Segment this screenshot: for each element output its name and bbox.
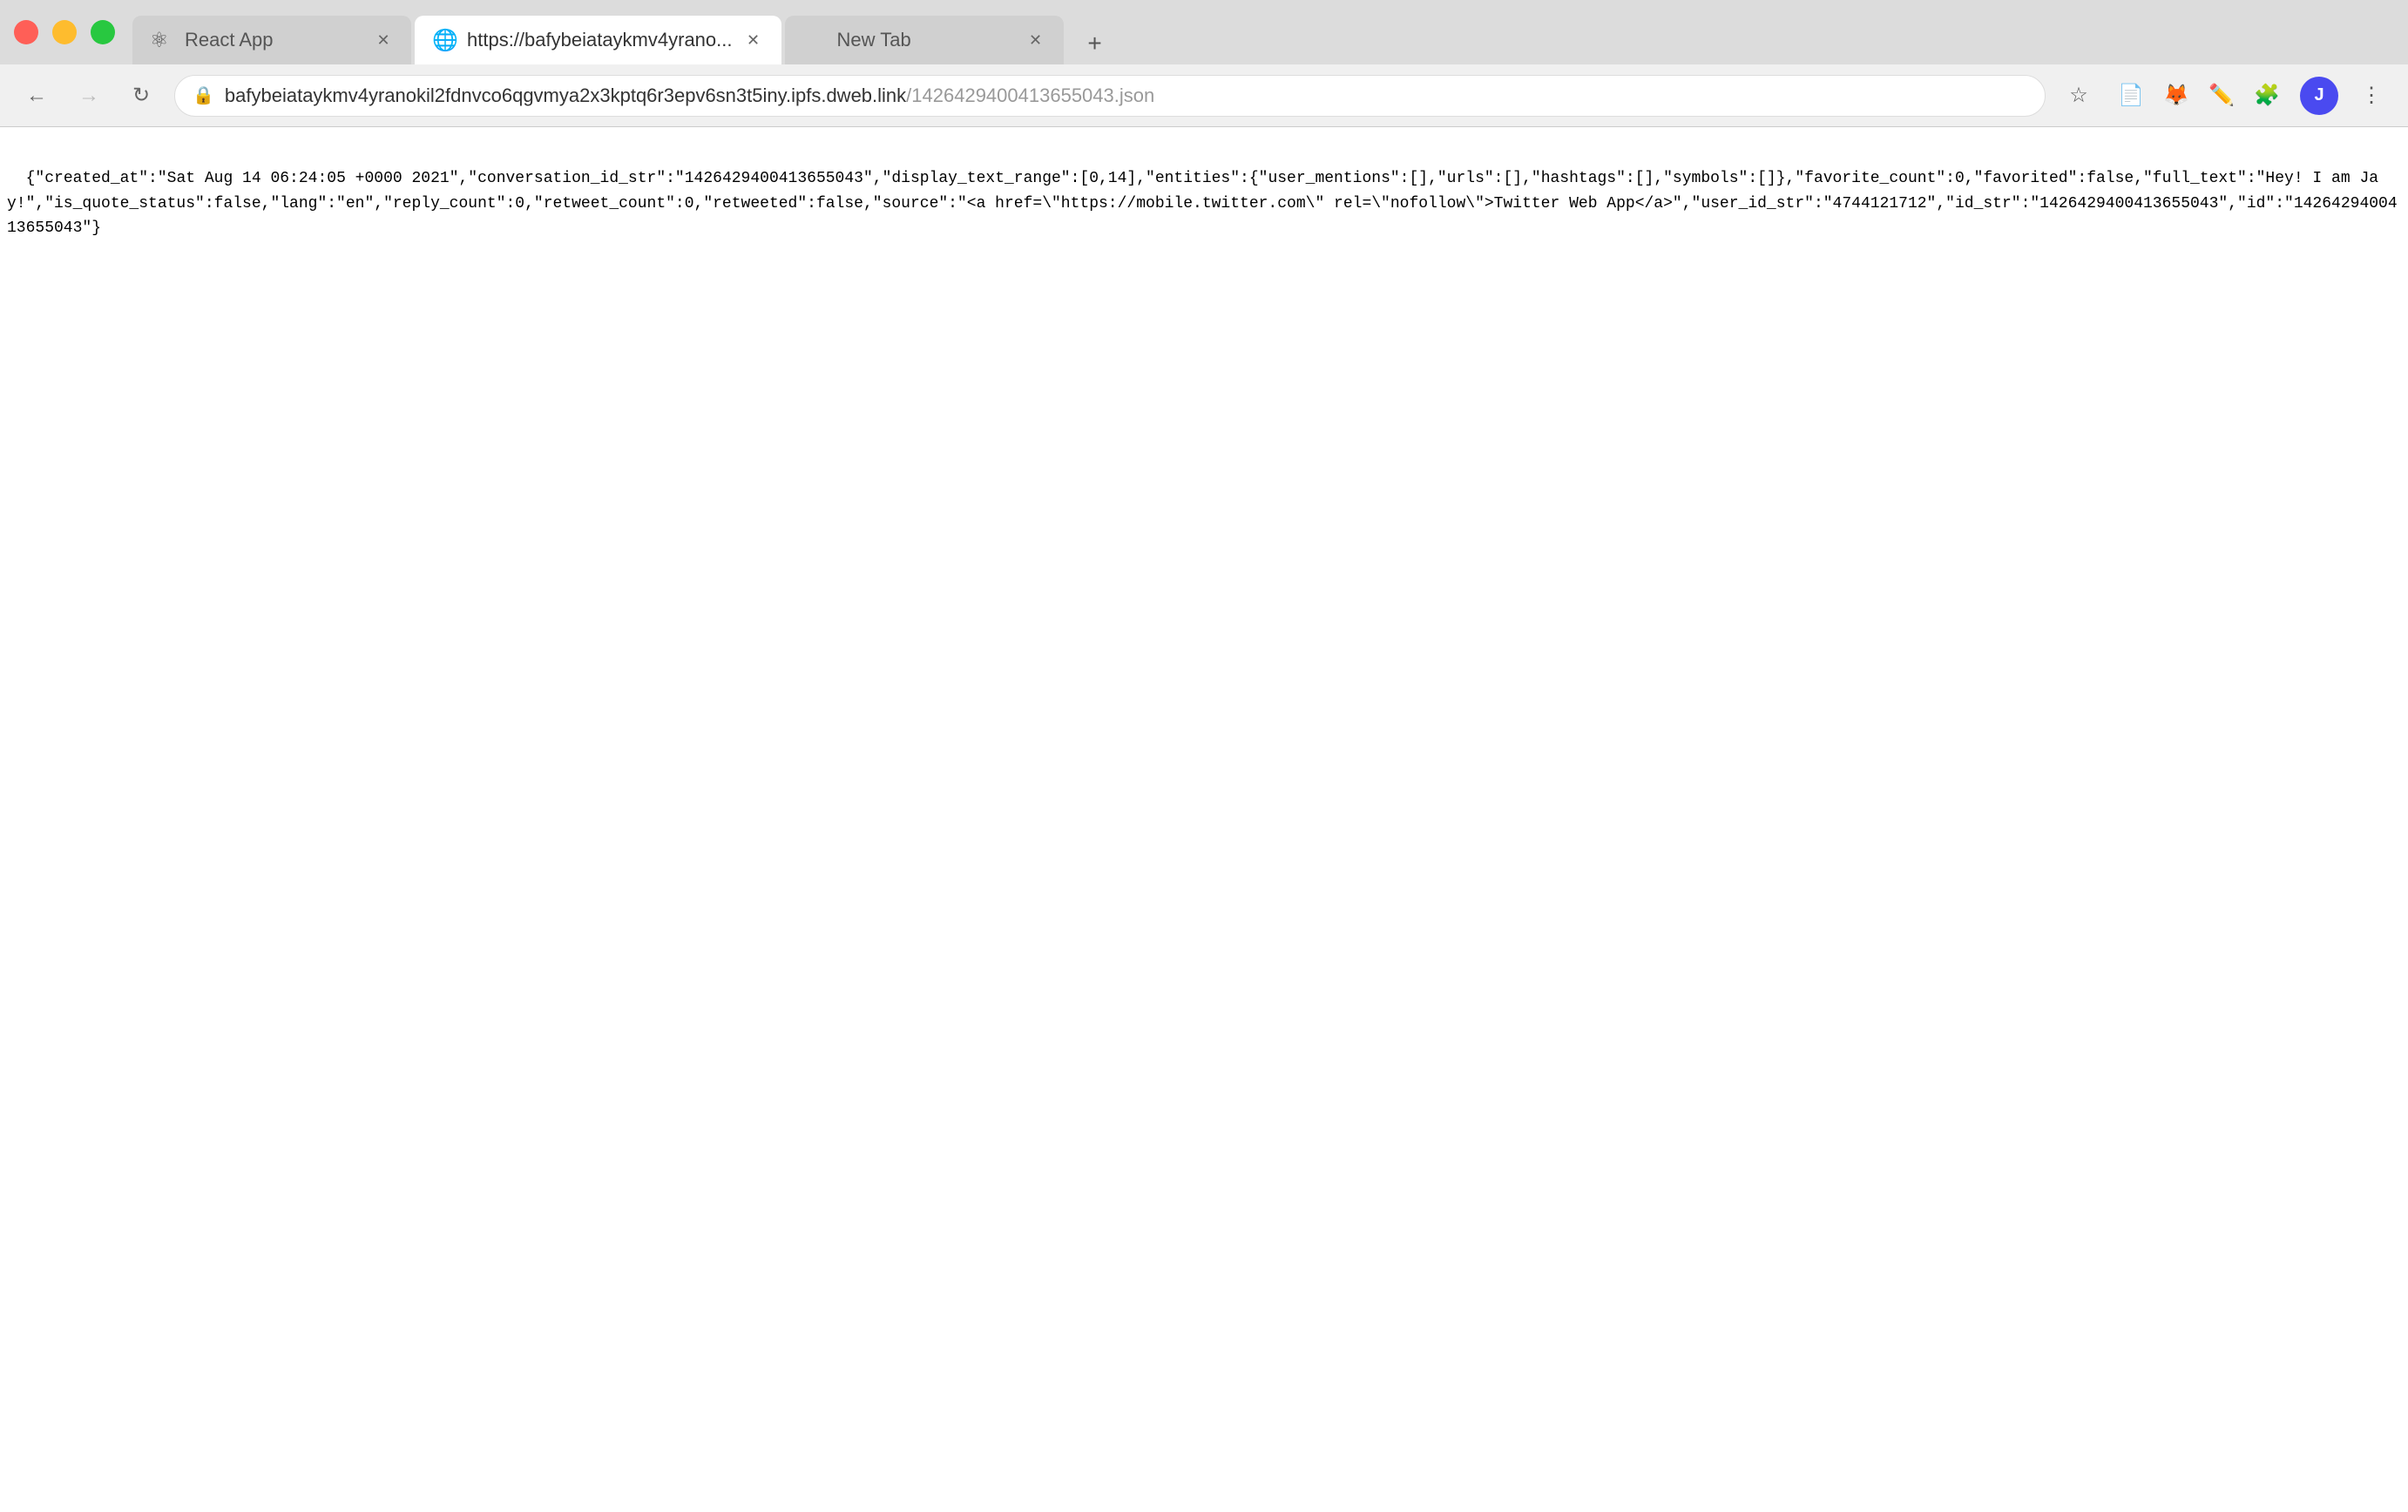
- browser-chrome: ⚛ React App ✕ 🌐 https://bafybeiataykmv4y…: [0, 0, 2408, 127]
- tab-close-ipfs[interactable]: ✕: [743, 30, 764, 51]
- tab-label-ipfs: https://bafybeiataykmv4yrano...: [467, 29, 733, 51]
- tab-favicon-new: [802, 28, 827, 52]
- extensions-button[interactable]: 🧩: [2248, 77, 2286, 115]
- tab-label-new: New Tab: [837, 29, 1015, 51]
- metamask-extension[interactable]: 🦊: [2157, 77, 2195, 115]
- tabs-container: ⚛ React App ✕ 🌐 https://bafybeiataykmv4y…: [132, 0, 2394, 64]
- json-text: {"created_at":"Sat Aug 14 06:24:05 +0000…: [7, 170, 2398, 238]
- bookmark-button[interactable]: ☆: [2060, 77, 2098, 115]
- tab-close-new[interactable]: ✕: [1025, 30, 1046, 51]
- lock-icon: 🔒: [193, 84, 214, 106]
- profile-button[interactable]: J: [2300, 77, 2338, 115]
- reload-button[interactable]: ↻: [122, 77, 160, 115]
- address-text: bafybeiataykmv4yranokil2fdnvco6qgvmya2x3…: [225, 84, 2027, 107]
- extensions-group: 📄 🦊 ✏️ 🧩: [2112, 77, 2286, 115]
- tab-ipfs[interactable]: 🌐 https://bafybeiataykmv4yrano... ✕: [415, 16, 781, 64]
- tab-new-tab[interactable]: New Tab ✕: [785, 16, 1064, 64]
- tab-close-react[interactable]: ✕: [373, 30, 394, 51]
- new-tab-button[interactable]: +: [1074, 23, 1116, 64]
- tab-label-react: React App: [185, 29, 362, 51]
- back-button[interactable]: ←: [17, 77, 56, 115]
- maximize-window-button[interactable]: [91, 20, 115, 44]
- tab-react-app[interactable]: ⚛ React App ✕: [132, 16, 411, 64]
- tab-favicon-ipfs: 🌐: [432, 28, 457, 52]
- forward-button[interactable]: →: [70, 77, 108, 115]
- address-bar: ← → ↻ 🔒 bafybeiataykmv4yranokil2fdnvco6q…: [0, 64, 2408, 127]
- address-input-container[interactable]: 🔒 bafybeiataykmv4yranokil2fdnvco6qgvmya2…: [174, 75, 2046, 117]
- minimize-window-button[interactable]: [52, 20, 77, 44]
- close-window-button[interactable]: [14, 20, 38, 44]
- address-base: bafybeiataykmv4yranokil2fdnvco6qgvmya2x3…: [225, 84, 906, 106]
- other-extension-1[interactable]: ✏️: [2202, 77, 2241, 115]
- menu-button[interactable]: ⋮: [2352, 77, 2391, 115]
- address-path: /1426429400413655043.json: [906, 84, 1154, 106]
- google-docs-extension[interactable]: 📄: [2112, 77, 2150, 115]
- page-content: {"created_at":"Sat Aug 14 06:24:05 +0000…: [0, 127, 2408, 255]
- tab-favicon-react: ⚛: [150, 28, 174, 52]
- title-bar: ⚛ React App ✕ 🌐 https://bafybeiataykmv4y…: [0, 0, 2408, 64]
- window-controls: [14, 20, 115, 44]
